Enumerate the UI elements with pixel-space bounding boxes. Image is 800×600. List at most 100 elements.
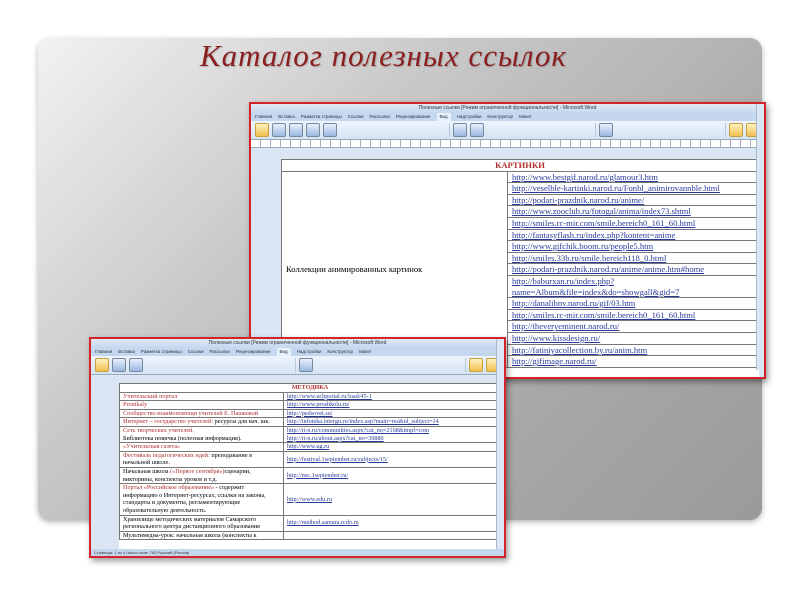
ribbon <box>91 356 504 375</box>
table-row: Фестиваль педагогических идей: преподава… <box>119 450 501 468</box>
link[interactable]: http://baburxan.ru/index.php?name=Album&… <box>512 276 679 297</box>
resource-name: Сообщество взаимопомощи учителей Е. Пашк… <box>123 409 259 417</box>
zoom-100-icon[interactable] <box>469 123 484 137</box>
tab-3[interactable]: Ссылки <box>188 348 204 356</box>
link[interactable]: http://theveryeminent.narod.ru/ <box>512 321 619 331</box>
link[interactable]: http://podari-prazdnik.narod.ru/anime/ <box>512 195 644 205</box>
tab-4[interactable]: Рассылки <box>210 348 230 356</box>
table-row: Начальная школа («Первое сентября»)сцена… <box>119 466 501 485</box>
resource-name: «Учительская газета» <box>123 443 181 451</box>
link[interactable]: http://smiles.rc-mir.com/smile.bereich0_… <box>512 310 695 320</box>
new-window-icon[interactable] <box>599 123 614 137</box>
tab-3[interactable]: Ссылки <box>348 113 364 121</box>
table-row: «Учительская газета» http://www.ug.ru <box>119 442 501 452</box>
link[interactable]: http://www.kissdesign.ru/ <box>512 333 600 343</box>
tab-8[interactable]: Конструктор <box>327 348 353 356</box>
link[interactable]: http://veselble-kartinki.narod.ru/Fonbl_… <box>512 183 720 193</box>
link[interactable]: http://gifimage.narod.ru/ <box>512 356 597 366</box>
table-row: Интернет – государство учителей: ресурсы… <box>119 417 501 427</box>
resource-name: Сеть творческих учителей. <box>123 426 195 434</box>
link[interactable]: http://it-n.ru/communities.aspx?cat_no=2… <box>287 427 429 434</box>
draft-icon[interactable] <box>323 123 337 137</box>
link[interactable]: http://www.bestgif.narod.ru/glamour3.htm <box>512 172 658 182</box>
tab-0[interactable]: Главная <box>255 113 272 121</box>
tab-4[interactable]: Рассылки <box>370 113 390 121</box>
window-title: Полезные ссылки [Режим ограниченной функ… <box>251 104 764 113</box>
status-bar: Страница: 1 из 4 Число слов: 763 Русский… <box>91 549 504 556</box>
ribbon-tabs: Главная Вставка Разметка страницы Ссылки Рас… <box>91 348 504 356</box>
tab-9[interactable]: Макет <box>359 348 372 356</box>
tab-6[interactable]: Вид <box>436 113 451 121</box>
vertical-scrollbar[interactable] <box>496 339 504 549</box>
link[interactable]: http://it-n.ru/about.aspx?cat_no=39880 <box>287 435 384 442</box>
reading-icon[interactable] <box>112 358 126 372</box>
link[interactable]: http://nsc.1september.ru/ <box>287 472 348 479</box>
section-header: МЕТОДИКА <box>119 383 501 393</box>
table-row: Портал «Российское образование» - содерж… <box>119 483 501 516</box>
ribbon-tabs: Главная Вставка Разметка страницы Ссылки Рас… <box>251 113 764 121</box>
zoom-icon[interactable] <box>452 123 467 137</box>
link[interactable]: http://www.uchportal.ru/load/45-1 <box>287 393 372 400</box>
tab-2[interactable]: Разметка страницы <box>141 348 182 356</box>
table-row: Мультимедиа-урок: начальная школа (консп… <box>119 530 501 541</box>
resource-desc: ресурсы для нач. шк. <box>213 418 270 426</box>
link[interactable]: http://festival.1september.ru/subjects/1… <box>287 456 388 463</box>
tab-0[interactable]: Главная <box>95 348 112 356</box>
resource-name: Портал «Российское образование» <box>123 484 215 492</box>
table-row: Учительский портал http://www.uchportal.r… <box>119 391 501 402</box>
tab-5[interactable]: Рецензирование <box>396 113 431 121</box>
section-header: КАРТИНКИ <box>281 159 759 172</box>
link[interactable]: http://method.samara.rcdo.ru <box>287 519 359 526</box>
resource-name: Pronikaly <box>123 401 148 409</box>
page-layout-icon[interactable] <box>255 123 269 137</box>
resource-name: Фестиваль педагогических идей: <box>123 451 210 459</box>
tab-7[interactable]: Надстройки <box>297 348 322 356</box>
link[interactable]: http://danalibnv.narod.ru/gif/03.htm <box>512 298 635 308</box>
collection-label: Коллекции анимированных картинок <box>286 263 423 274</box>
tab-1[interactable]: Вставка <box>118 348 135 356</box>
document-page: МЕТОДИКА Учительский портал http://www.uch… <box>119 383 501 553</box>
link[interactable]: http://www.zooclub.ru/fotogal/anima/inde… <box>512 206 691 216</box>
link[interactable]: http://podari-prazdnik.narod.ru/anime/an… <box>512 264 704 274</box>
web-doc-icon[interactable] <box>289 123 303 137</box>
resource-desc: Библиотека новичка (полезная информация)… <box>123 434 242 442</box>
tab-6[interactable]: Вид <box>276 348 291 356</box>
tab-8[interactable]: Конструктор <box>487 113 513 121</box>
page-layout-icon[interactable] <box>95 358 109 372</box>
word-window-methods: Полезные ссылки [Режим ограниченной функ… <box>89 337 506 558</box>
link[interactable]: http://smiles.rc-mir.com/smile.bereich0_… <box>512 218 695 228</box>
tab-9[interactable]: Макет <box>519 113 532 121</box>
ribbon <box>251 121 764 140</box>
tab-2[interactable]: Разметка страницы <box>301 113 342 121</box>
resource-desc: Хранилище методических материалов Самарс… <box>123 515 260 531</box>
table-row: Сообщество взаимопомощи учителей Е. Пашк… <box>119 408 501 419</box>
resource-name: Интернет – государство учителей: <box>123 418 214 426</box>
reading-icon[interactable] <box>272 123 286 137</box>
resource-desc: Мультимедиа-урок: начальная школа (консп… <box>123 531 257 539</box>
link[interactable]: http://www.gifchik.boom.ru/people5.htm <box>512 241 653 251</box>
link[interactable]: http://www.edu.ru <box>287 496 332 503</box>
outline-icon[interactable] <box>306 123 320 137</box>
tab-7[interactable]: Надстройки <box>457 113 482 121</box>
ruler <box>251 140 764 148</box>
vertical-scrollbar[interactable] <box>756 104 764 370</box>
resource-name: («Первое сентября») <box>170 467 225 475</box>
link[interactable]: http://fatiniyacollection.by.ru/anim.htm <box>512 345 647 355</box>
zoom-icon[interactable] <box>299 358 313 372</box>
tab-1[interactable]: Вставка <box>278 113 295 121</box>
table-row: Сеть творческих учителей. Библиотека нови… <box>119 425 501 444</box>
web-doc-icon[interactable] <box>129 358 143 372</box>
slide-title: Каталог полезных ссылок <box>200 38 567 73</box>
link[interactable]: http://www.ug.ru <box>287 443 329 450</box>
link[interactable]: http://pedsovet.su/ <box>287 410 333 417</box>
switch-windows-icon[interactable] <box>729 123 744 137</box>
switch-windows-icon[interactable] <box>469 358 483 372</box>
link[interactable]: http://www.proshkolu.ru/ <box>287 401 350 408</box>
resource-name: Учительский портал <box>123 392 178 400</box>
link[interactable]: http://fantasyflash.ru/index.php?kontent… <box>512 230 675 240</box>
tab-5[interactable]: Рецензирование <box>236 348 271 356</box>
window-title: Полезные ссылки [Режим ограниченной функ… <box>91 339 504 348</box>
link[interactable]: http://infoteka.intergu.ru/index.asp?mai… <box>287 418 439 425</box>
link[interactable]: http://smiles.33b.ru/smile.bereich118_0.… <box>512 253 666 263</box>
table-row: Хранилище методических материалов Самарс… <box>119 514 501 532</box>
